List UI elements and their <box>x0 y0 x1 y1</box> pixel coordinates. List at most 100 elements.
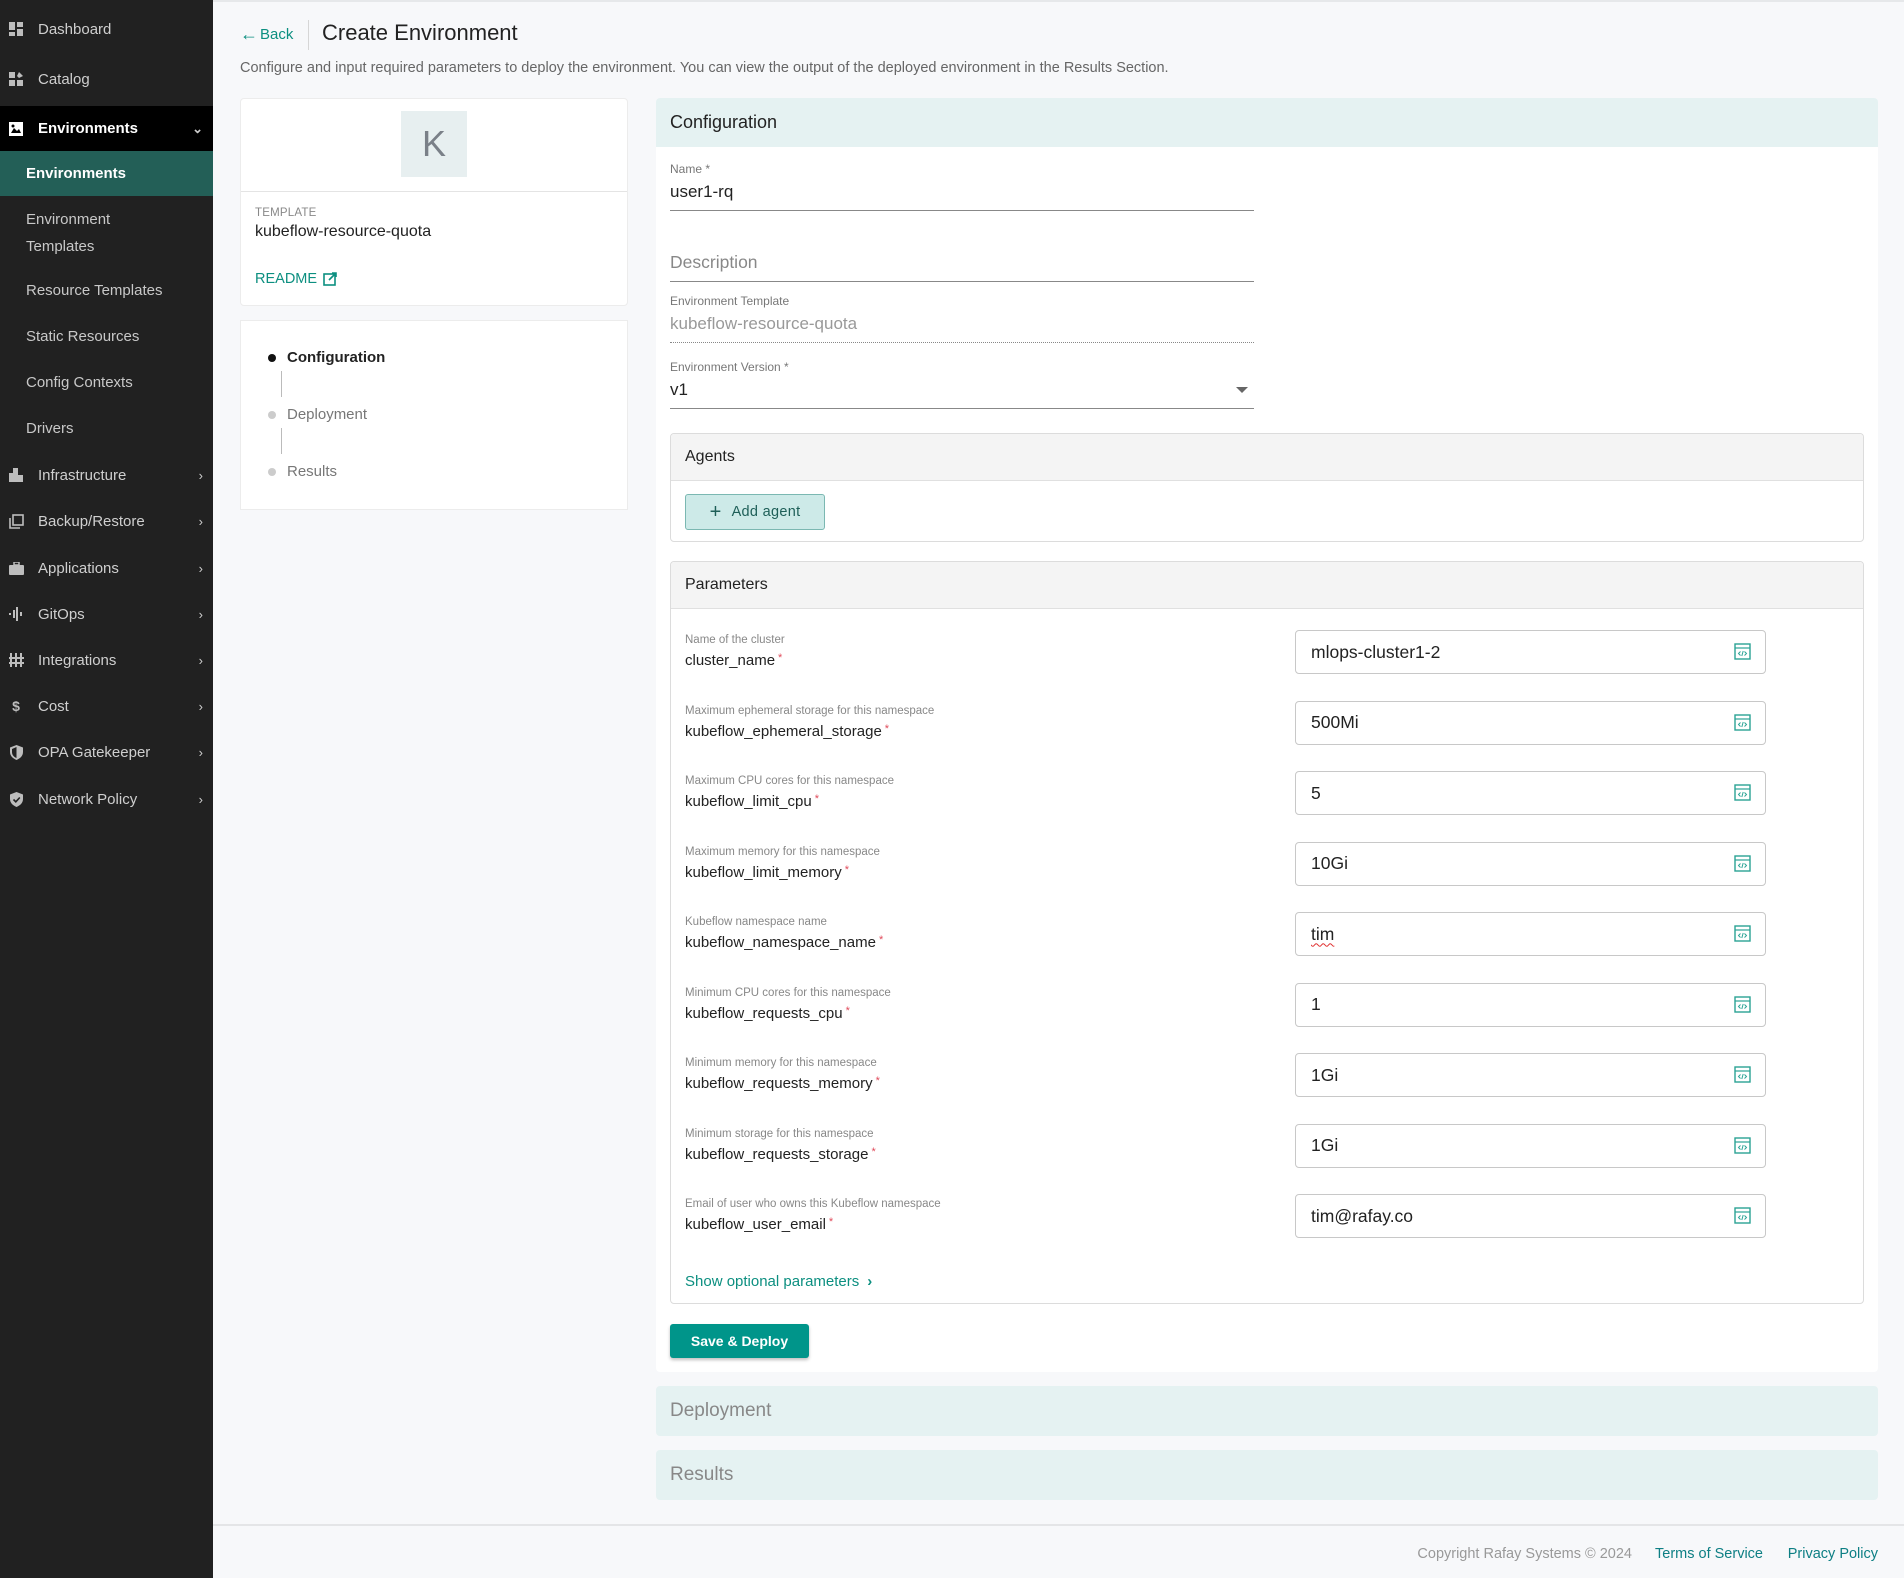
code-editor-icon[interactable] <box>1734 1207 1751 1224</box>
configuration-header[interactable]: Configuration <box>656 98 1878 147</box>
sidebar-item-catalog[interactable]: Catalog <box>0 56 213 102</box>
chevron-right-icon: › <box>867 1273 873 1290</box>
sidebar-item-dashboard[interactable]: Dashboard <box>0 6 213 52</box>
description-field[interactable]: Description <box>670 246 1254 282</box>
required-marker: * <box>844 863 849 876</box>
parameter-value: tim@rafay.co <box>1311 1205 1414 1226</box>
deployment-panel[interactable]: Deployment <box>656 1386 1878 1436</box>
results-panel[interactable]: Results <box>656 1450 1878 1500</box>
chevron-right-icon: › <box>198 467 203 483</box>
readme-link[interactable]: README <box>255 271 337 287</box>
sidebar-item-environments[interactable]: Environments ⌄ <box>0 106 213 151</box>
sidebar-subitem-environment-templates[interactable]: Environment Templates <box>0 204 160 262</box>
add-agent-button[interactable]: + Add agent <box>685 494 825 530</box>
sidebar-subitem-label: Static Resources <box>26 327 140 345</box>
sidebar-item-gitops[interactable]: GitOps › <box>0 591 213 637</box>
code-editor-icon[interactable] <box>1734 784 1751 801</box>
save-deploy-button[interactable]: Save & Deploy <box>670 1324 809 1358</box>
parameter-row: Minimum memory for this namespace kubeflo… <box>685 1053 1851 1099</box>
parameters-box: Parameters Name of the cluster cluster_na… <box>670 561 1864 1304</box>
code-editor-icon[interactable] <box>1734 854 1751 872</box>
terms-of-service-link[interactable]: Terms of Service <box>1655 1546 1763 1562</box>
sidebar-item-opa-gatekeeper[interactable]: OPA Gatekeeper › <box>0 729 213 775</box>
parameter-description: Minimum storage for this namespace <box>685 1127 874 1140</box>
back-label: Back <box>260 26 294 43</box>
sidebar-item-backup-restore[interactable]: Backup/Restore › <box>0 498 213 544</box>
readme-label: README <box>255 271 318 287</box>
sidebar-item-label: OPA Gatekeeper <box>38 743 151 761</box>
required-marker: * <box>814 793 820 805</box>
chevron-down-icon: ⌄ <box>192 120 203 136</box>
privacy-policy-link[interactable]: Privacy Policy <box>1788 1546 1878 1562</box>
sidebar-subitem-resource-templates[interactable]: Resource Templates <box>0 275 213 305</box>
parameter-value: 1 <box>1311 994 1321 1014</box>
sidebar-item-network-policy[interactable]: Network Policy › <box>0 776 213 822</box>
parameter-description: Minimum memory for this namespace <box>685 1057 877 1069</box>
parameter-name: kubeflow_requests_cpu * <box>685 1005 850 1022</box>
arrow-left-icon: ← <box>240 24 258 44</box>
sidebar-item-infrastructure[interactable]: Infrastructure › <box>0 452 213 498</box>
environment-template-input: kubeflow-resource-quota <box>670 308 1254 343</box>
code-editor-icon[interactable] <box>1734 1066 1751 1083</box>
parameter-row: Kubeflow namespace name kubeflow_namespac… <box>685 912 1851 958</box>
description-input[interactable]: Description <box>670 246 1254 282</box>
sidebar-subitem-label: Drivers <box>26 419 74 437</box>
external-link-icon <box>323 272 337 286</box>
parameter-input[interactable]: 1Gi <box>1295 1123 1766 1168</box>
step-results[interactable]: Results <box>268 463 337 480</box>
sidebar-item-applications[interactable]: Applications › <box>0 545 213 591</box>
parameter-input[interactable]: tim <box>1295 912 1766 956</box>
steps-card: Configuration Deployment Results <box>240 320 628 510</box>
sidebar-subitem-environments[interactable]: Environments <box>0 151 213 196</box>
parameter-description: Maximum memory for this namespace <box>685 845 880 858</box>
back-button[interactable]: ← Back <box>240 24 293 45</box>
sidebar-subitem-static-resources[interactable]: Static Resources <box>0 321 213 351</box>
code-editor-icon[interactable] <box>1734 995 1751 1013</box>
parameter-input[interactable]: tim@rafay.co <box>1295 1194 1766 1238</box>
parameter-row: Minimum storage for this namespace kubefl… <box>685 1123 1851 1170</box>
sidebar-item-cost[interactable]: $ Cost › <box>0 683 213 729</box>
parameter-name: kubeflow_requests_memory * <box>685 1075 880 1092</box>
chevron-right-icon: › <box>198 606 203 622</box>
caret-down-icon <box>1236 387 1248 393</box>
gitops-icon <box>8 606 24 622</box>
step-configuration[interactable]: Configuration <box>268 349 386 366</box>
code-editor-icon[interactable] <box>1734 643 1751 660</box>
parameter-input[interactable]: 5 <box>1295 771 1766 815</box>
sidebar-item-label: Infrastructure <box>38 466 127 484</box>
code-editor-icon[interactable] <box>1734 925 1751 942</box>
name-input[interactable]: user1-rq <box>670 176 1254 211</box>
show-optional-parameters-link[interactable]: Show optional parameters › <box>685 1273 872 1290</box>
sidebar-item-label: Catalog <box>38 70 90 88</box>
sidebar-subitem-drivers[interactable]: Drivers <box>0 413 213 443</box>
sidebar-item-integrations[interactable]: Integrations › <box>0 637 213 683</box>
environment-version-label: Environment Version * <box>670 360 789 374</box>
parameter-name: kubeflow_namespace_name * <box>685 934 883 951</box>
step-label: Deployment <box>287 406 368 423</box>
code-editor-icon[interactable] <box>1734 1136 1751 1154</box>
environment-version-select[interactable]: v1 <box>670 374 1254 409</box>
parameter-input[interactable]: 1 <box>1295 982 1766 1027</box>
parameter-input[interactable]: 10Gi <box>1295 841 1766 886</box>
parameter-value: mlops-cluster1-2 <box>1311 641 1441 662</box>
sidebar-item-label: Environments <box>38 120 139 137</box>
parameter-key: kubeflow_user_email <box>685 1216 826 1233</box>
step-label: Configuration <box>287 349 386 366</box>
plus-icon: + <box>709 500 722 523</box>
name-field[interactable]: Name * user1-rq <box>670 162 1254 211</box>
name-label: Name * <box>670 162 711 176</box>
parameter-name: kubeflow_user_email * <box>685 1216 833 1233</box>
environment-template-field: Environment Template kubeflow-resource-q… <box>670 294 1254 343</box>
parameter-input[interactable]: mlops-cluster1-2 <box>1295 630 1766 674</box>
code-editor-icon[interactable] <box>1734 713 1751 731</box>
environment-version-field[interactable]: Environment Version * v1 <box>670 360 1254 409</box>
step-deployment[interactable]: Deployment <box>268 406 368 423</box>
parameter-input[interactable]: 1Gi <box>1295 1053 1766 1097</box>
copyright: Copyright Rafay Systems © 2024 <box>1417 1546 1632 1562</box>
parameter-description: Kubeflow namespace name <box>685 916 827 928</box>
shield-check-icon <box>8 791 24 807</box>
required-marker: * <box>828 1216 834 1228</box>
parameter-input[interactable]: 500Mi <box>1295 700 1766 745</box>
sidebar-subitem-config-contexts[interactable]: Config Contexts <box>0 367 213 397</box>
sidebar-item-label: Dashboard <box>38 20 112 38</box>
